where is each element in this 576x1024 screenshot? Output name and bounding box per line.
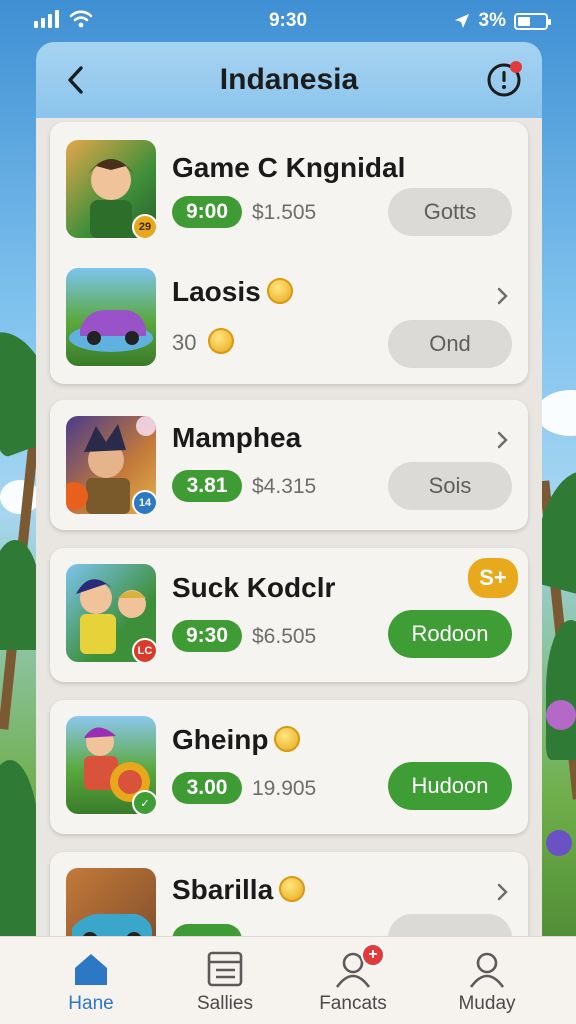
nav-label: Fancats	[319, 993, 387, 1014]
game-action-button[interactable]: Sois	[388, 462, 512, 510]
notification-badge: +	[361, 943, 385, 967]
back-button[interactable]	[56, 60, 96, 100]
game-thumbnail	[66, 268, 156, 366]
coin-icon	[274, 725, 301, 752]
bottom-nav: Hane Sallies + Fancats Muday	[0, 936, 576, 1024]
nav-item-home[interactable]: Hane	[36, 949, 146, 1015]
game-stat-pill: 3.00	[172, 772, 242, 804]
game-thumbnail: LC	[66, 564, 156, 662]
game-name: Mamphea	[172, 422, 302, 453]
profile-icon	[467, 949, 507, 989]
game-price: $4.315	[252, 475, 317, 498]
game-price: $1.505	[252, 201, 317, 224]
game-badge: 14	[132, 490, 156, 514]
nav-item-sallies[interactable]: Sallies	[170, 949, 280, 1015]
nav-label: Muday	[458, 993, 516, 1014]
alert-button[interactable]	[486, 60, 524, 98]
list-card: S+ LC Suck Kodclr 9:30 $6.505 Rodoon	[50, 548, 528, 682]
list-item[interactable]: ✓ Gheinp 3.00 19.905 Hudoon	[50, 700, 528, 820]
list-item[interactable]: Sbarilla	[50, 852, 528, 940]
chevron-right-icon[interactable]	[492, 286, 512, 306]
game-stat-pill: 9:30	[172, 620, 242, 652]
list-icon	[205, 949, 245, 989]
game-name: Laosis	[172, 276, 293, 308]
game-thumbnail	[66, 868, 156, 940]
list-card: 29 Game C Kngnidal 9:00 $1.505 Gotts Lao…	[50, 122, 528, 384]
game-action-button[interactable]: Gotts	[388, 188, 512, 236]
game-name: Gheinp	[172, 724, 301, 756]
game-amount: 30	[172, 328, 235, 357]
game-thumbnail: ✓	[66, 716, 156, 814]
page-title: Indanesia	[219, 63, 359, 96]
chevron-left-icon	[68, 66, 83, 94]
nav-label: Hane	[68, 993, 114, 1014]
list-card: ✓ Gheinp 3.00 19.905 Hudoon	[50, 700, 528, 834]
list-card: 14 Mamphea 3.81 $4.315 Sois	[50, 400, 528, 530]
coin-icon	[208, 328, 235, 355]
status-bar: 9:30 3%	[0, 0, 576, 42]
game-name: Sbarilla	[172, 874, 306, 906]
game-thumbnail: 29	[66, 140, 156, 238]
game-name: Suck Kodclr	[172, 572, 336, 603]
battery-percent: 3%	[478, 10, 506, 31]
game-name: Game C Kngnidal	[172, 152, 406, 183]
list-item[interactable]: 14 Mamphea 3.81 $4.315 Sois	[50, 400, 528, 520]
game-stat-pill: 3.81	[172, 470, 242, 502]
list-item[interactable]: LC Suck Kodclr 9:30 $6.505 Rodoon	[50, 548, 528, 668]
game-list[interactable]: 29 Game C Kngnidal 9:00 $1.505 Gotts Lao…	[36, 118, 542, 940]
list-item[interactable]: Laosis 30 Ond	[50, 262, 528, 382]
chevron-right-icon[interactable]	[492, 430, 512, 450]
game-action-button[interactable]: Ond	[388, 320, 512, 368]
nav-item-muday[interactable]: Muday	[432, 949, 542, 1015]
chevron-right-icon[interactable]	[492, 882, 512, 902]
game-action-button[interactable]: Hudoon	[388, 762, 512, 810]
game-price: 19.905	[252, 777, 317, 800]
list-card: Sbarilla	[50, 852, 528, 940]
nav-item-fancats[interactable]: + Fancats	[298, 943, 408, 1015]
game-badge: LC	[132, 638, 156, 662]
battery-icon	[514, 12, 551, 30]
game-action-button[interactable]: Rodoon	[388, 610, 512, 658]
game-price: $6.505	[252, 625, 317, 648]
coin-icon	[279, 875, 306, 902]
coin-icon	[266, 277, 293, 304]
alert-icon	[487, 61, 522, 97]
header-bar: Indanesia	[36, 42, 542, 118]
user-add-icon: +	[333, 943, 385, 989]
game-thumbnail: 14	[66, 416, 156, 514]
home-icon	[71, 949, 111, 989]
game-stat-pill: 9:00	[172, 196, 242, 228]
check-icon: ✓	[132, 790, 156, 814]
location-icon	[454, 14, 469, 28]
game-badge: 29	[132, 214, 156, 238]
nav-label: Sallies	[197, 993, 253, 1014]
list-item[interactable]: 29 Game C Kngnidal 9:00 $1.505 Gotts	[50, 134, 528, 254]
